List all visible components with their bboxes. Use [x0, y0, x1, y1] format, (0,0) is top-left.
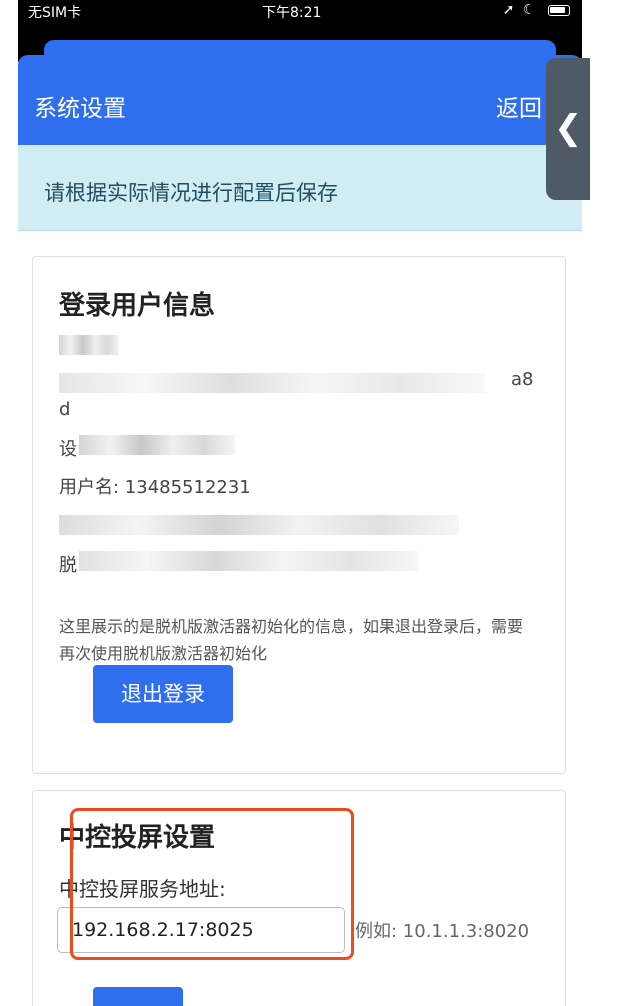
- info-line: a8: [511, 369, 534, 390]
- info-line: 设: [59, 439, 77, 460]
- info-line: 脱: [59, 555, 77, 576]
- page-title: 系统设置: [34, 96, 126, 122]
- redacted-field: [59, 373, 485, 393]
- battery-icon: [548, 4, 570, 16]
- screen-panel-title: 中控投屏设置: [59, 823, 216, 853]
- phone-screen: 无SIM卡 下午8:21 ➚ ☾ 系统设置 返回 请根据实际情况进行配置后保存 …: [18, 0, 582, 1006]
- screen-cast-panel: 中控投屏设置 中控投屏服务地址: 例如: 10.1.1.3:8020: [32, 790, 566, 1006]
- username-line: 用户名: 13485512231: [59, 477, 251, 498]
- alert-text: 请根据实际情况进行配置后保存: [44, 181, 338, 205]
- info-alert: 请根据实际情况进行配置后保存: [18, 145, 582, 231]
- navigation-bar: 系统设置 返回: [18, 55, 582, 145]
- moon-icon: ☾: [522, 2, 538, 18]
- login-note: 这里展示的是脱机版激活器初始化的信息，如果退出登录后，需要再次使用脱机版激活器初…: [59, 617, 524, 663]
- redacted-field: [79, 435, 235, 455]
- redacted-field: [79, 551, 419, 571]
- status-icons: ➚ ☾: [503, 2, 570, 18]
- logout-button[interactable]: 退出登录: [93, 665, 233, 723]
- address-input[interactable]: [57, 907, 345, 953]
- chevron-left-icon: ❮: [554, 108, 583, 148]
- back-button[interactable]: 返回: [496, 89, 542, 123]
- save-button[interactable]: [93, 987, 183, 1006]
- clock: 下午8:21: [262, 5, 322, 21]
- status-bar: 无SIM卡 下午8:21 ➚ ☾: [18, 0, 582, 22]
- side-drawer-tab[interactable]: ❮: [546, 58, 590, 200]
- login-panel-title: 登录用户信息: [59, 291, 216, 321]
- login-info-panel: 登录用户信息 a8 d 设 用户名: 13485512231 脱 这里展示的是脱…: [32, 256, 566, 774]
- location-icon: ➚: [502, 2, 517, 18]
- redacted-field: [59, 335, 119, 355]
- carrier-label: 无SIM卡: [28, 5, 82, 21]
- address-hint: 例如: 10.1.1.3:8020: [355, 921, 530, 942]
- redacted-field: [59, 515, 459, 535]
- info-line: d: [59, 399, 71, 420]
- address-label: 中控投屏服务地址:: [59, 877, 226, 901]
